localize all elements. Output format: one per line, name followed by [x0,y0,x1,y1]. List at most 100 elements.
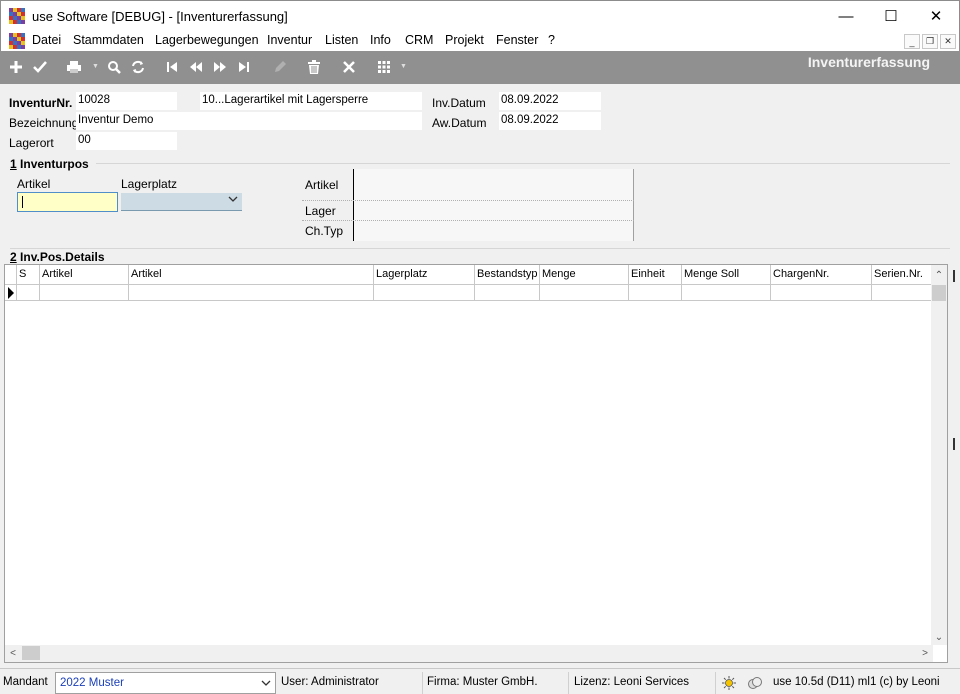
pencil-icon [275,61,286,72]
edit-button[interactable] [270,57,290,77]
magnifier-icon [108,61,121,74]
menu-help[interactable]: ? [548,33,555,47]
scroll-right-button[interactable]: > [917,645,933,662]
col-header-menge-soll[interactable]: Menge Soll [682,265,771,285]
col-header-seriennr[interactable]: Serien.Nr. [872,265,933,285]
save-button[interactable] [30,57,50,77]
section-title: Inv.Pos.Details [20,250,105,264]
menu-fenster[interactable]: Fenster [496,33,538,47]
info-panel-divider [353,169,354,241]
section-inventurpos-heading[interactable]: 1 Inventurpos [10,157,89,171]
grid-dropdown-icon[interactable]: ▼ [400,63,407,70]
artikel-label: Artikel [17,177,51,191]
vertical-scroll-thumb[interactable] [932,285,946,301]
next-record-button[interactable] [210,57,230,77]
cell-artikel-nr[interactable] [40,285,129,301]
previous-record-button[interactable] [186,57,206,77]
table-row[interactable] [5,285,933,301]
last-record-button[interactable] [234,57,254,77]
inv-datum-label: Inv.Datum [432,96,486,110]
lagerort-label: Lagerort [9,136,54,150]
maximize-button[interactable]: ☐ [868,1,914,31]
col-header-chargennr[interactable]: ChargenNr. [771,265,872,285]
info-row-separator [302,200,634,201]
refresh-icon [132,60,144,74]
search-button[interactable] [104,57,124,77]
col-header-indicator [5,265,17,285]
inv-datum-field[interactable]: 08.09.2022 [499,92,601,110]
vertical-scrollbar[interactable]: ⌃ ⌄ [931,265,947,645]
menu-stammdaten[interactable]: Stammdaten [73,33,144,47]
col-header-menge[interactable]: Menge [540,265,629,285]
print-dropdown-icon[interactable]: ▼ [92,63,99,70]
cell-bestandstyp[interactable] [475,285,540,301]
section-number: 1 [10,157,17,171]
bezeichnung-field[interactable]: Inventur Demo [76,112,422,130]
mdi-minimize-button[interactable]: _ [904,34,920,49]
cell-chargennr[interactable] [771,285,872,301]
maximize-icon: ☐ [884,8,898,25]
cell-einheit[interactable] [629,285,682,301]
status-user: User: Administrator [278,672,423,694]
aw-datum-field[interactable]: 08.09.2022 [499,112,601,130]
col-header-einheit[interactable]: Einheit [629,265,682,285]
col-header-lagerplatz[interactable]: Lagerplatz [374,265,475,285]
horizontal-scroll-thumb[interactable] [22,646,40,660]
col-header-artikel[interactable]: Artikel [129,265,374,285]
menu-bar: Datei Stammdaten Lagerbewegungen Inventu… [0,31,960,51]
inventur-nr-field[interactable]: 10028 [76,92,177,110]
mdi-restore-icon: ❐ [925,36,935,46]
cell-menge[interactable] [540,285,629,301]
col-header-s[interactable]: S [17,265,40,285]
cell-s[interactable] [17,285,40,301]
scroll-down-button[interactable]: ⌄ [931,629,947,645]
col-header-bestandstyp[interactable]: Bestandstyp [475,265,540,285]
menu-lagerbewegungen[interactable]: Lagerbewegungen [155,33,259,47]
mdi-restore-button[interactable]: ❐ [922,34,938,49]
sun-icon[interactable] [718,672,740,694]
mandant-select[interactable]: 2022 Muster [55,672,276,694]
menu-projekt[interactable]: Projekt [445,33,484,47]
splitter-handle-icon[interactable] [953,270,957,282]
scroll-up-button[interactable]: ⌃ [931,267,947,283]
minimize-button[interactable]: — [823,1,869,31]
menu-info[interactable]: Info [370,33,391,47]
mdi-close-button[interactable]: ✕ [940,34,956,49]
menu-crm[interactable]: CRM [405,33,433,47]
first-record-button[interactable] [162,57,182,77]
status-version: use 10.5d (D11) ml1 (c) by Leoni Sc [773,676,942,688]
plus-icon [10,61,22,73]
lagerartikel-field[interactable]: 10...Lagerartikel mit Lagersperre [200,92,422,110]
menu-inventur[interactable]: Inventur [267,33,312,47]
section-inv-pos-details-heading[interactable]: 2 Inv.Pos.Details [10,250,105,264]
cell-menge-soll[interactable] [682,285,771,301]
details-grid[interactable]: S Artikel Artikel Lagerplatz Bestandstyp… [4,264,948,663]
cell-seriennr[interactable] [872,285,933,301]
info-chtyp-label: Ch.Typ [305,224,344,238]
cell-lagerplatz[interactable] [374,285,475,301]
delete-button[interactable] [304,57,324,77]
mdi-close-icon: ✕ [944,36,952,46]
horizontal-scrollbar[interactable]: < > [5,645,933,662]
info-artikel-label: Artikel [305,178,339,192]
mdi-app-icon[interactable] [9,33,25,49]
scroll-left-button[interactable]: < [5,645,21,662]
close-button[interactable]: ✕ [913,1,959,31]
print-button[interactable] [64,57,84,77]
splitter-handle-icon[interactable] [953,438,957,450]
mdi-minimize-icon: _ [909,36,915,47]
network-icon[interactable] [744,672,766,694]
info-panel-border [633,169,634,241]
menu-datei[interactable]: Datei [32,33,61,47]
chevron-down-icon: ⌄ [934,631,944,643]
new-button[interactable] [6,57,26,77]
menu-listen[interactable]: Listen [325,33,358,47]
artikel-input[interactable] [17,192,118,212]
cell-artikel[interactable] [129,285,374,301]
refresh-button[interactable] [128,57,148,77]
lagerplatz-dropdown[interactable] [121,193,242,211]
lagerort-field[interactable]: 00 [76,132,177,150]
grid-view-button[interactable] [374,57,394,77]
col-header-artikel-nr[interactable]: Artikel [40,265,129,285]
cancel-button[interactable] [339,57,359,77]
